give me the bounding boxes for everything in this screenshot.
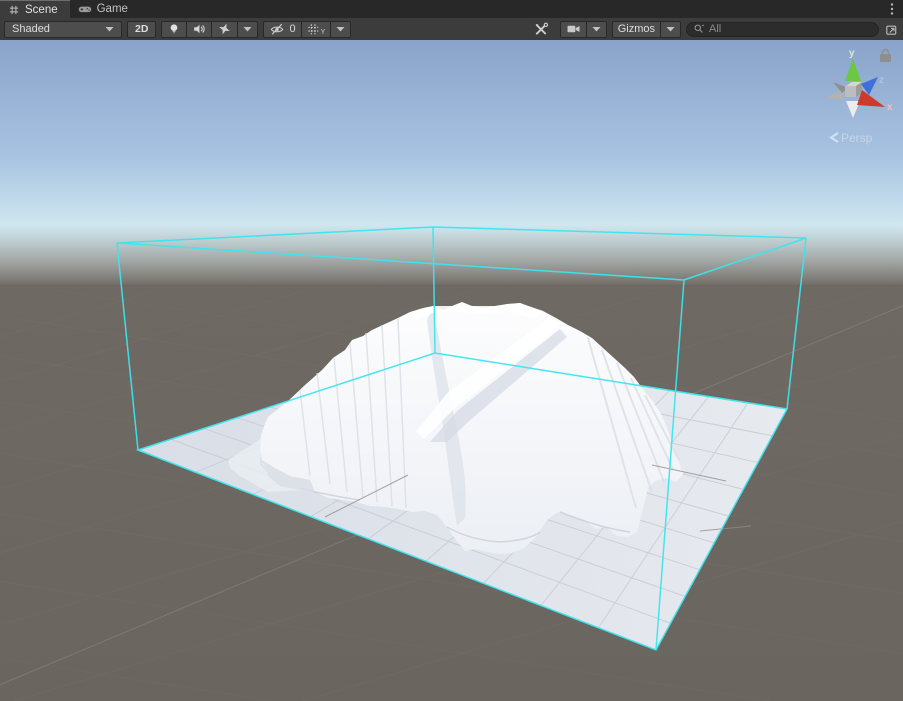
unity-scene-window: Scene Game Shaded 2D bbox=[0, 0, 903, 701]
chevron-down-icon bbox=[336, 26, 345, 32]
scene-grid-icon bbox=[8, 4, 20, 16]
scene-visibility-button[interactable]: 0 bbox=[263, 21, 300, 38]
grid-axis-letter: Y bbox=[321, 29, 326, 36]
gamepad-icon bbox=[78, 3, 92, 15]
effects-toggle-button[interactable] bbox=[211, 21, 237, 38]
gizmo-x-label[interactable]: x bbox=[887, 102, 893, 113]
view-tabbar: Scene Game bbox=[0, 0, 903, 18]
gizmos-button[interactable]: Gizmos bbox=[612, 21, 660, 38]
audio-toggle-button[interactable] bbox=[186, 21, 211, 38]
scene-viewport[interactable]: y z x Persp bbox=[0, 40, 903, 701]
overflow-menu-button[interactable] bbox=[881, 0, 903, 18]
camera-icon bbox=[566, 23, 581, 35]
tab-game[interactable]: Game bbox=[70, 0, 140, 18]
gizmo-z-label[interactable]: z bbox=[879, 75, 884, 86]
chevron-down-icon bbox=[243, 26, 252, 32]
grid-visibility-button[interactable]: Y bbox=[301, 21, 331, 38]
chevron-down-icon bbox=[666, 26, 675, 32]
tab-scene[interactable]: Scene bbox=[0, 0, 70, 18]
gizmos-label: Gizmos bbox=[618, 23, 655, 35]
camera-dropdown-button[interactable] bbox=[586, 21, 607, 38]
camera-group bbox=[560, 21, 607, 38]
gizmo-y-label[interactable]: y bbox=[849, 48, 855, 59]
tab-game-label: Game bbox=[97, 3, 128, 15]
visibility-grid-group: 0 Y bbox=[263, 21, 351, 38]
lighting-toggle-button[interactable] bbox=[161, 21, 186, 38]
draw-mode-label: Shaded bbox=[12, 23, 50, 35]
hidden-object-count: 0 bbox=[289, 23, 295, 35]
kebab-menu-icon bbox=[886, 2, 898, 16]
search-filter-value: All bbox=[709, 22, 721, 37]
wrench-screwdriver-icon bbox=[533, 22, 549, 37]
chevron-down-icon bbox=[105, 26, 114, 32]
scene-view-toolbar: Shaded 2D bbox=[0, 18, 903, 40]
scene-search-input[interactable]: All bbox=[686, 22, 879, 37]
chevron-down-icon bbox=[592, 26, 601, 32]
custom-tools-button[interactable] bbox=[527, 21, 555, 38]
effects-star-icon bbox=[217, 22, 232, 36]
grid-dropdown-button[interactable] bbox=[330, 21, 351, 38]
gizmo-cube-front[interactable] bbox=[845, 86, 856, 97]
maximize-icon bbox=[884, 22, 899, 37]
gizmos-dropdown-button[interactable] bbox=[660, 21, 681, 38]
eye-hidden-icon bbox=[269, 22, 285, 36]
tab-scene-label: Scene bbox=[25, 4, 58, 16]
search-icon bbox=[693, 23, 705, 35]
effects-dropdown-button[interactable] bbox=[237, 21, 258, 38]
scene-toggle-group bbox=[161, 21, 258, 38]
2d-label: 2D bbox=[135, 23, 148, 35]
scene-render[interactable]: y z x Persp bbox=[0, 40, 903, 701]
lightbulb-icon bbox=[167, 22, 181, 36]
scene-camera-button[interactable] bbox=[560, 21, 586, 38]
2d-toggle-button[interactable]: 2D bbox=[127, 21, 156, 38]
toolbar-right-cluster: Gizmos All bbox=[527, 20, 899, 38]
tabbar-spacer bbox=[140, 0, 881, 18]
draw-mode-dropdown[interactable]: Shaded bbox=[4, 21, 122, 38]
grid-axis-icon bbox=[307, 23, 320, 36]
speaker-icon bbox=[192, 22, 206, 36]
gizmos-group: Gizmos bbox=[612, 21, 681, 38]
projection-label[interactable]: Persp bbox=[841, 131, 873, 145]
maximize-window-button[interactable] bbox=[884, 20, 899, 38]
